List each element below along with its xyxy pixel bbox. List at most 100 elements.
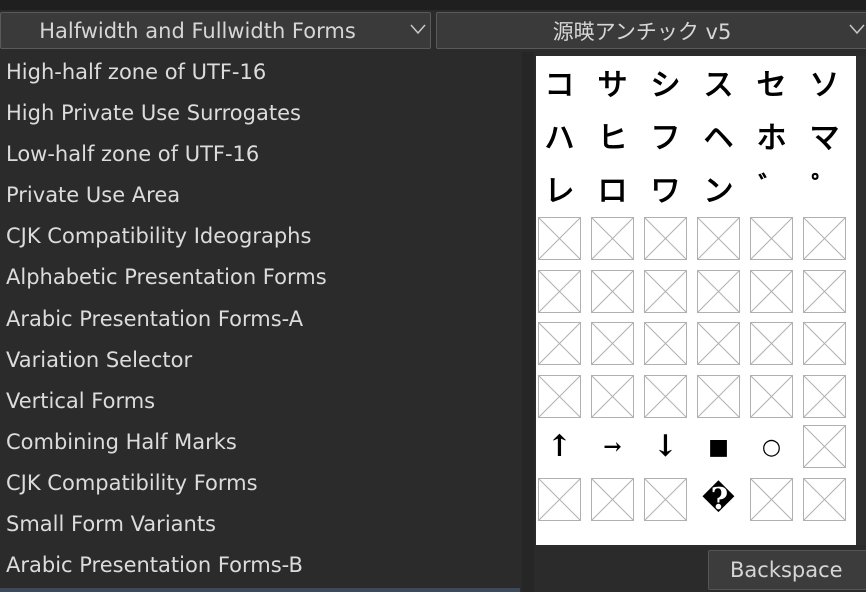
block-list-item[interactable]: Small Form Variants: [0, 504, 522, 545]
missing-glyph-cell[interactable]: [538, 478, 581, 521]
glyph-grid-scrollbar[interactable]: [856, 56, 866, 545]
missing-glyph-cell[interactable]: [591, 322, 634, 365]
glyph-cell[interactable]: ゛: [750, 166, 793, 209]
block-list-item[interactable]: CJK Compatibility Ideographs: [0, 216, 522, 257]
missing-glyph-icon: [592, 218, 633, 259]
block-list-item[interactable]: High-half zone of UTF-16: [0, 52, 522, 93]
backspace-button[interactable]: Backspace: [708, 550, 866, 590]
missing-glyph-cell[interactable]: [644, 322, 687, 365]
missing-glyph-icon: [645, 376, 686, 417]
block-list-item[interactable]: Combining Half Marks: [0, 422, 522, 463]
missing-glyph-icon: [698, 376, 739, 417]
missing-glyph-icon: [804, 218, 845, 259]
glyph-cell[interactable]: サ: [591, 60, 634, 103]
missing-glyph-cell[interactable]: [803, 322, 846, 365]
missing-glyph-cell[interactable]: [591, 375, 634, 418]
glyph-cell[interactable]: ソ: [803, 60, 846, 103]
glyph-cell[interactable]: ヘ: [697, 113, 740, 156]
glyph-cell[interactable]: ○: [750, 425, 793, 468]
missing-glyph-icon: [751, 479, 792, 520]
glyph-cell[interactable]: ン: [697, 166, 740, 209]
panel-splitter[interactable]: [522, 52, 534, 592]
missing-glyph-cell[interactable]: [644, 217, 687, 260]
glyph-cell[interactable]: シ: [644, 60, 687, 103]
missing-glyph-cell[interactable]: [697, 375, 740, 418]
missing-glyph-icon: [804, 271, 845, 312]
unicode-block-dropdown[interactable]: Halfwidth and Fullwidth Forms: [0, 12, 431, 49]
glyph-cell[interactable]: ス: [697, 60, 740, 103]
missing-glyph-cell[interactable]: [750, 375, 793, 418]
glyph-cell[interactable]: →: [591, 425, 634, 468]
glyph-cell[interactable]: ハ: [538, 113, 581, 156]
missing-glyph-cell[interactable]: [697, 270, 740, 313]
backspace-button-label: Backspace: [730, 558, 843, 582]
missing-glyph-cell[interactable]: [803, 478, 846, 521]
missing-glyph-icon: [592, 376, 633, 417]
missing-glyph-cell[interactable]: [750, 322, 793, 365]
missing-glyph-cell[interactable]: [697, 217, 740, 260]
block-list-item[interactable]: Arabic Presentation Forms-A: [0, 299, 522, 340]
missing-glyph-icon: [539, 376, 580, 417]
missing-glyph-icon: [645, 218, 686, 259]
block-list-item[interactable]: Variation Selector: [0, 340, 522, 381]
block-list-item[interactable]: High Private Use Surrogates: [0, 93, 522, 134]
missing-glyph-cell[interactable]: [750, 217, 793, 260]
missing-glyph-cell[interactable]: [803, 375, 846, 418]
missing-glyph-cell[interactable]: [750, 270, 793, 313]
missing-glyph-cell[interactable]: [803, 217, 846, 260]
glyph-cell[interactable]: ワ: [644, 166, 687, 209]
missing-glyph-icon: [804, 426, 845, 467]
top-strip: [0, 0, 866, 10]
missing-glyph-icon: [751, 271, 792, 312]
unicode-block-dropdown-value: Halfwidth and Fullwidth Forms: [39, 18, 356, 43]
missing-glyph-icon: [539, 323, 580, 364]
block-list-item[interactable]: Alphabetic Presentation Forms: [0, 257, 522, 298]
glyph-grid[interactable]: コサシスセソハヒフヘホマレロワン゛゜ ↑ → ↓ ■ ○ �: [536, 56, 856, 545]
missing-glyph-cell[interactable]: [538, 322, 581, 365]
block-list-item[interactable]: Low-half zone of UTF-16: [0, 134, 522, 175]
missing-glyph-icon: [539, 218, 580, 259]
missing-glyph-cell[interactable]: [750, 478, 793, 521]
selected-item-highlight: [0, 588, 520, 592]
missing-glyph-cell[interactable]: [644, 375, 687, 418]
glyph-cell[interactable]: セ: [750, 60, 793, 103]
missing-glyph-icon: [751, 376, 792, 417]
block-list-item[interactable]: Arabic Presentation Forms-B: [0, 545, 522, 586]
missing-glyph-icon: [698, 271, 739, 312]
missing-glyph-icon: [751, 323, 792, 364]
missing-glyph-cell[interactable]: [591, 270, 634, 313]
glyph-cell[interactable]: フ: [644, 113, 687, 156]
missing-glyph-cell[interactable]: [644, 270, 687, 313]
font-dropdown-value: 源暎アンチック v5: [552, 19, 732, 44]
glyph-cell[interactable]: �: [697, 478, 740, 521]
glyph-cell[interactable]: レ: [538, 166, 581, 209]
glyph-cell[interactable]: ホ: [750, 113, 793, 156]
missing-glyph-icon: [645, 479, 686, 520]
glyph-cell[interactable]: ■: [697, 425, 740, 468]
glyph-cell[interactable]: ゜: [803, 166, 846, 209]
missing-glyph-cell[interactable]: [591, 217, 634, 260]
missing-glyph-cell[interactable]: [591, 478, 634, 521]
missing-glyph-cell[interactable]: [644, 478, 687, 521]
missing-glyph-cell[interactable]: [538, 270, 581, 313]
glyph-cell[interactable]: ヒ: [591, 113, 634, 156]
block-list-item[interactable]: CJK Compatibility Forms: [0, 463, 522, 504]
missing-glyph-cell[interactable]: [697, 322, 740, 365]
glyph-cell[interactable]: マ: [803, 113, 846, 156]
missing-glyph-cell[interactable]: [538, 375, 581, 418]
missing-glyph-icon: [804, 376, 845, 417]
glyph-cell[interactable]: ロ: [591, 166, 634, 209]
missing-glyph-cell[interactable]: [803, 425, 846, 468]
chevron-down-icon: [410, 24, 426, 35]
glyph-cell[interactable]: コ: [538, 60, 581, 103]
block-list-item[interactable]: Vertical Forms: [0, 381, 522, 422]
missing-glyph-cell[interactable]: [538, 217, 581, 260]
block-list-item[interactable]: Private Use Area: [0, 175, 522, 216]
unicode-block-list[interactable]: High-half zone of UTF-16 High Private Use…: [0, 52, 522, 592]
glyph-cell[interactable]: ↓: [644, 425, 687, 468]
font-dropdown[interactable]: 源暎アンチック v5: [436, 12, 866, 49]
missing-glyph-cell[interactable]: [803, 270, 846, 313]
missing-glyph-icon: [645, 271, 686, 312]
glyph-cell[interactable]: ↑: [538, 425, 581, 468]
missing-glyph-icon: [698, 218, 739, 259]
